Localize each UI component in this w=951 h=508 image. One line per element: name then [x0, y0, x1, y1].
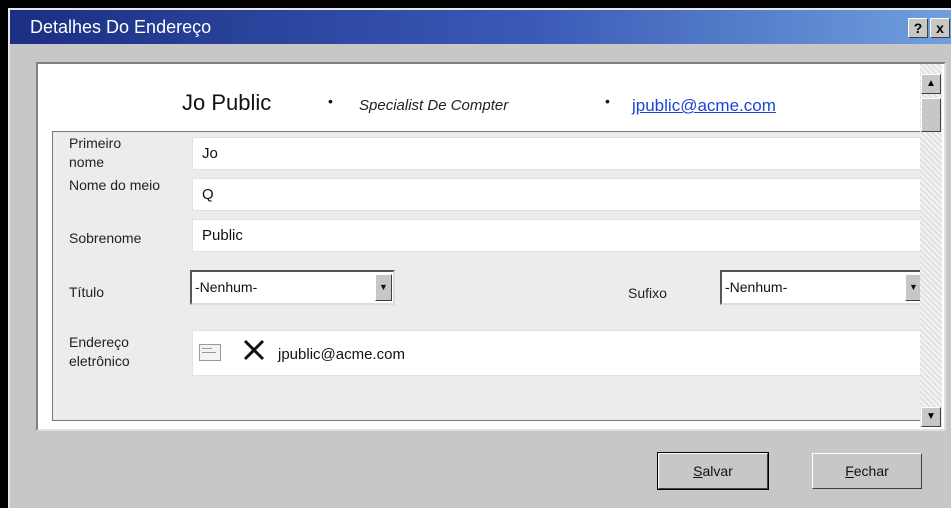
delete-icon[interactable] [241, 337, 267, 363]
contact-header: Jo Public • Specialist De Compter • jpub… [38, 64, 918, 132]
separator-dot: • [605, 93, 610, 109]
chevron-down-icon[interactable]: ▼ [375, 274, 392, 301]
close-icon: x [936, 20, 944, 36]
address-form: Primeiro nome Jo Nome do meio Q Sobrenom… [52, 131, 924, 421]
title-bar: Detalhes Do Endereço ? x [10, 10, 951, 44]
contact-name: Jo Public [182, 90, 272, 115]
email-card-icon[interactable] [199, 344, 221, 361]
contact-email-link[interactable]: jpublic@acme.com [632, 96, 776, 116]
arrow-up-icon[interactable]: ▲ [921, 74, 941, 94]
last-name-field[interactable]: Public [192, 219, 922, 252]
vertical-scrollbar[interactable]: ▲ ▼ [920, 64, 942, 427]
scrollbar-thumb[interactable] [921, 98, 941, 132]
address-details-dialog: Detalhes Do Endereço ? x Jo Public • Spe… [8, 8, 951, 508]
title-select[interactable]: -Nenhum- ▼ [190, 270, 395, 305]
first-name-field[interactable]: Jo [192, 137, 922, 170]
email-field[interactable]: jpublic@acme.com [192, 330, 922, 376]
details-panel: Jo Public • Specialist De Compter • jpub… [36, 62, 946, 431]
title-select-value: -Nenhum- [195, 279, 258, 295]
middle-name-field[interactable]: Q [192, 178, 922, 211]
email-value: jpublic@acme.com [278, 346, 405, 363]
contact-role: Specialist De Compter [359, 97, 509, 114]
last-name-label: Sobrenome [69, 230, 142, 246]
first-name-label: Primeiro nome [69, 135, 122, 170]
title-label: Título [69, 284, 105, 300]
email-label: Endereço eletrônico [69, 334, 130, 369]
suffix-select[interactable]: -Nenhum- ▼ [720, 270, 923, 305]
suffix-select-value: -Nenhum- [725, 279, 788, 295]
middle-name-label: Nome do meio [69, 177, 161, 193]
close-button[interactable]: Fechar [812, 453, 922, 489]
arrow-down-icon[interactable]: ▼ [921, 407, 941, 427]
suffix-label: Sufixo [628, 285, 667, 301]
window-title: Detalhes Do Endereço [30, 17, 212, 37]
help-button[interactable]: ? [908, 18, 928, 38]
save-button[interactable]: Salvar [657, 452, 769, 490]
separator-dot: • [328, 93, 333, 109]
question-icon: ? [913, 20, 923, 36]
close-window-button[interactable]: x [930, 18, 950, 38]
